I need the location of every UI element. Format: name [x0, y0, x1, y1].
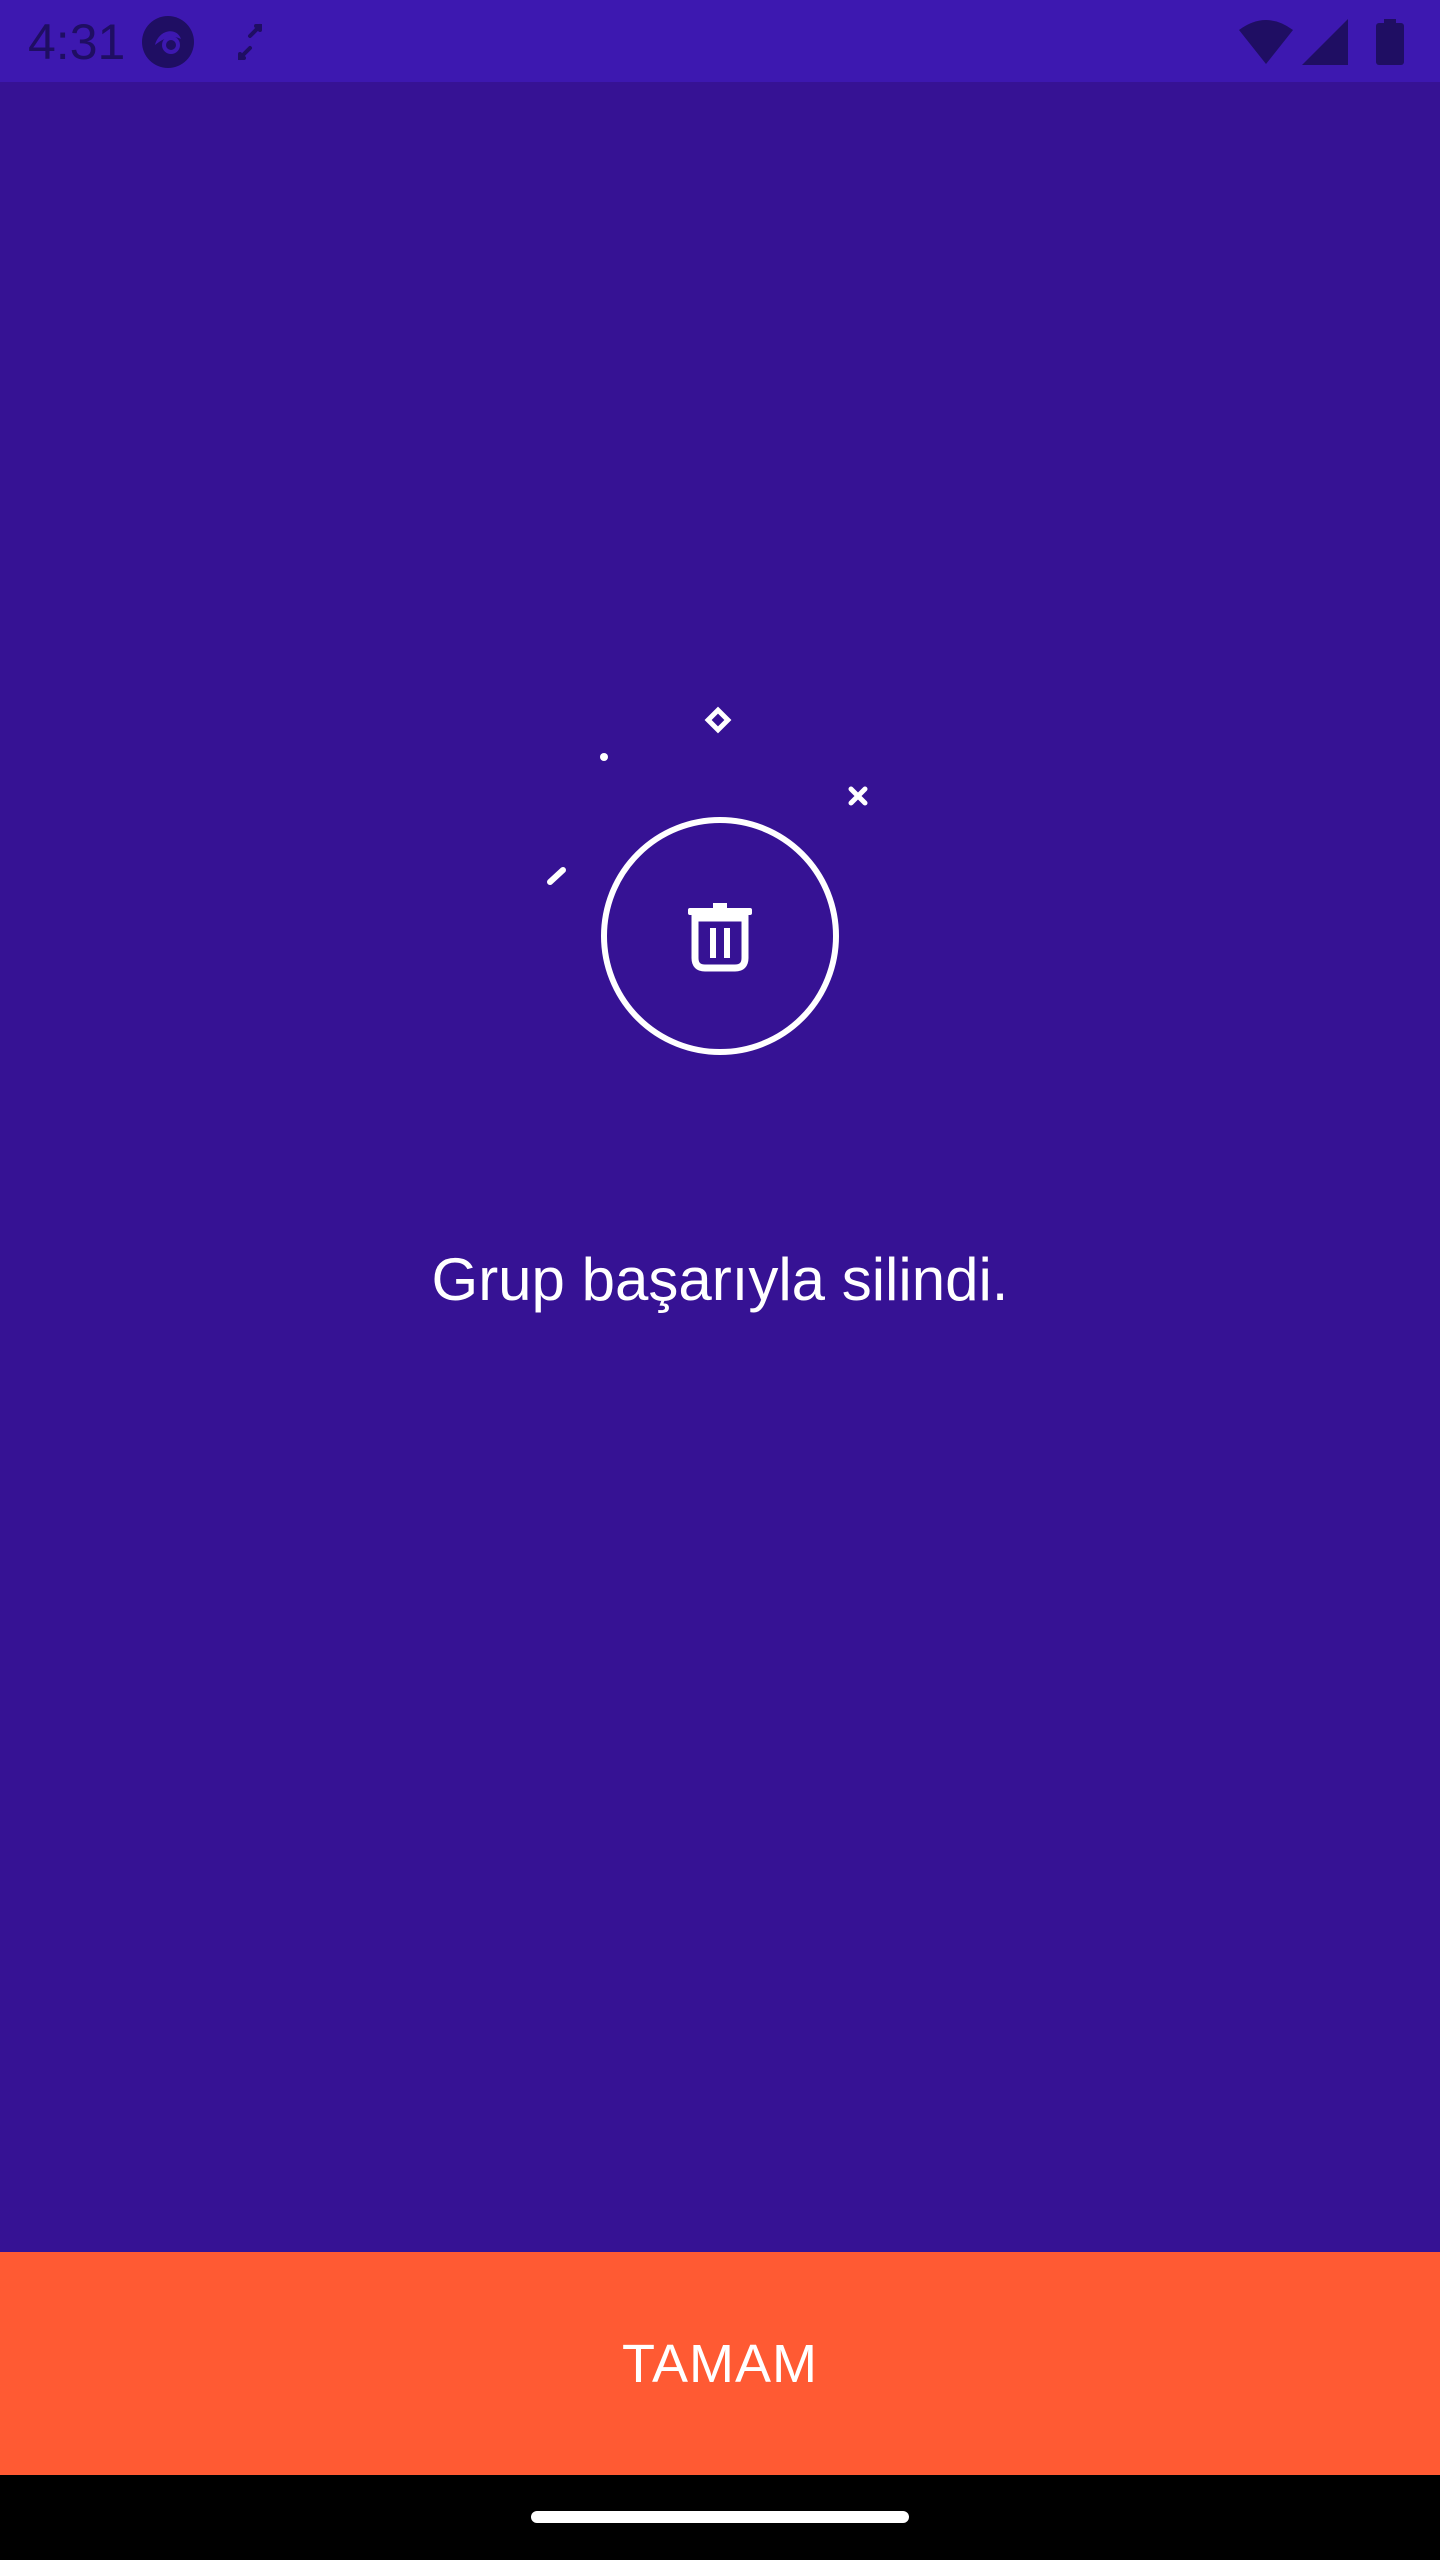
- deletion-success-screen: 4:31 Grup başarıyla silindi. TAMAM: [0, 0, 1440, 2560]
- trash-icon: [688, 903, 752, 972]
- deleted-illustration: [520, 690, 920, 1070]
- success-message: Grup başarıyla silindi.: [431, 1246, 1009, 1313]
- app-notification-icon: [140, 14, 196, 70]
- ok-button-label: TAMAM: [622, 2333, 818, 2394]
- wifi-icon: [1238, 14, 1294, 70]
- dot-sparkle-icon: [600, 753, 608, 761]
- diamond-sparkle-icon: [704, 706, 732, 734]
- dash-sparkle-icon: [547, 867, 566, 885]
- battery-icon: [1370, 14, 1410, 70]
- status-right-icons: [1238, 14, 1410, 70]
- status-time: 4:31: [28, 14, 126, 70]
- status-bar: 4:31: [0, 0, 1440, 82]
- home-gesture-handle[interactable]: [531, 2511, 909, 2523]
- screen-rotate-icon: [230, 14, 270, 70]
- status-left-icons: [140, 14, 270, 70]
- cellular-signal-icon: [1300, 14, 1350, 70]
- x-sparkle-icon: [848, 786, 868, 806]
- ok-button[interactable]: TAMAM: [0, 2252, 1440, 2475]
